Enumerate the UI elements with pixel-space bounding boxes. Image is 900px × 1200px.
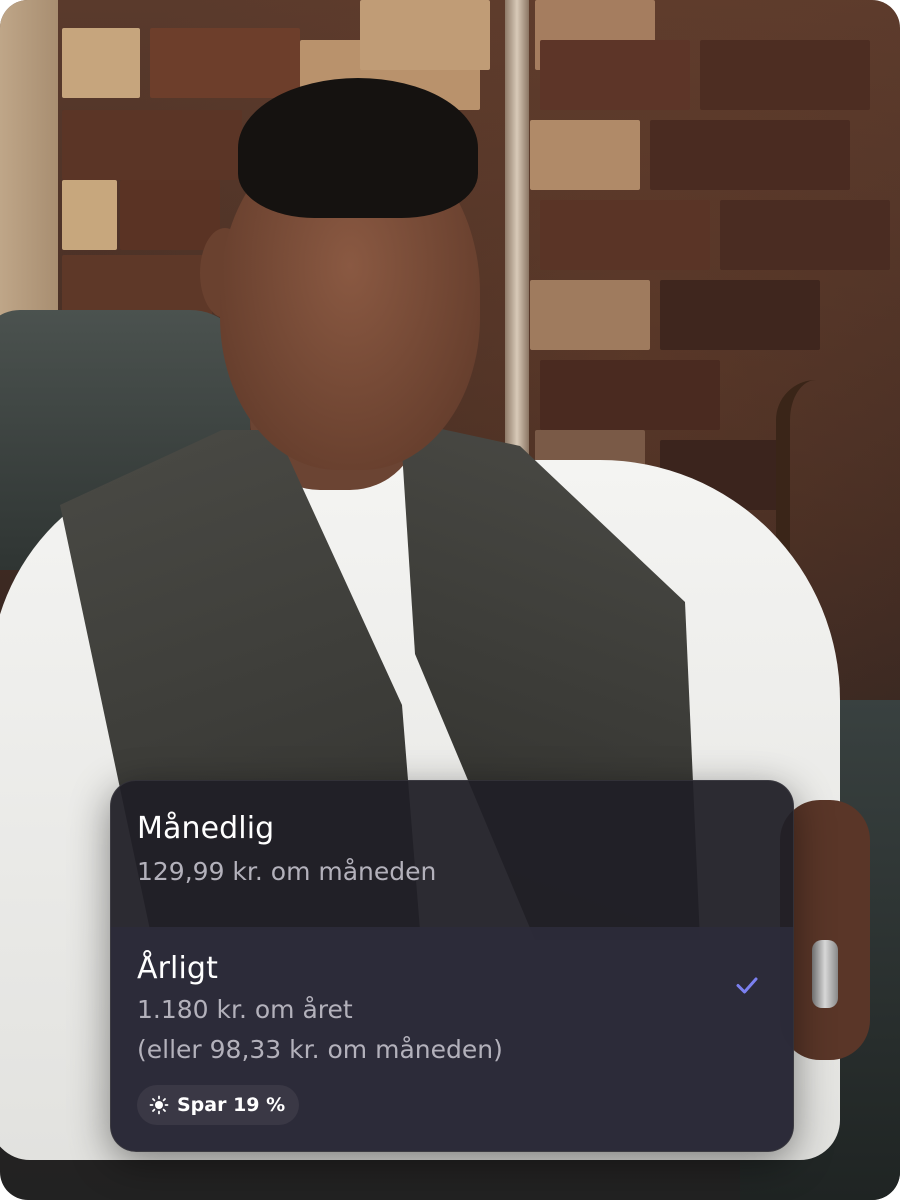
brick (62, 110, 242, 180)
sun-icon (149, 1095, 169, 1115)
plan-title: Årligt (137, 951, 218, 986)
brick (62, 28, 140, 98)
plan-option-yearly[interactable]: Årligt 1.180 kr. om året (eller 98,33 kr… (111, 927, 793, 1151)
paywall-screen: Månedlig 129,99 kr. om måneden Årligt 1.… (0, 0, 900, 1200)
savings-badge-label: Spar 19 % (177, 1094, 286, 1116)
hair (238, 78, 478, 218)
brick (360, 0, 490, 70)
brick (530, 120, 640, 190)
brick (700, 40, 870, 110)
plan-selector-card: Månedlig 129,99 kr. om måneden Årligt 1.… (110, 780, 794, 1152)
brick (150, 28, 300, 98)
brick (650, 120, 850, 190)
plan-option-monthly[interactable]: Månedlig 129,99 kr. om måneden (111, 781, 793, 927)
floor-lamp-pole (505, 0, 529, 470)
plan-price-monthly-equivalent: (eller 98,33 kr. om måneden) (137, 1035, 503, 1064)
brick (530, 280, 650, 350)
brick (660, 280, 820, 350)
brick (62, 180, 117, 250)
checkmark-icon (736, 977, 758, 994)
plan-price: 1.180 kr. om året (137, 995, 353, 1024)
brick (720, 200, 890, 270)
brick (120, 180, 220, 250)
plan-title: Månedlig (137, 811, 275, 846)
brick (540, 40, 690, 110)
brick (540, 360, 720, 430)
plan-price: 129,99 kr. om måneden (137, 857, 437, 886)
wristwatch (812, 940, 838, 1008)
brick (540, 200, 710, 270)
savings-badge: Spar 19 % (137, 1085, 300, 1125)
